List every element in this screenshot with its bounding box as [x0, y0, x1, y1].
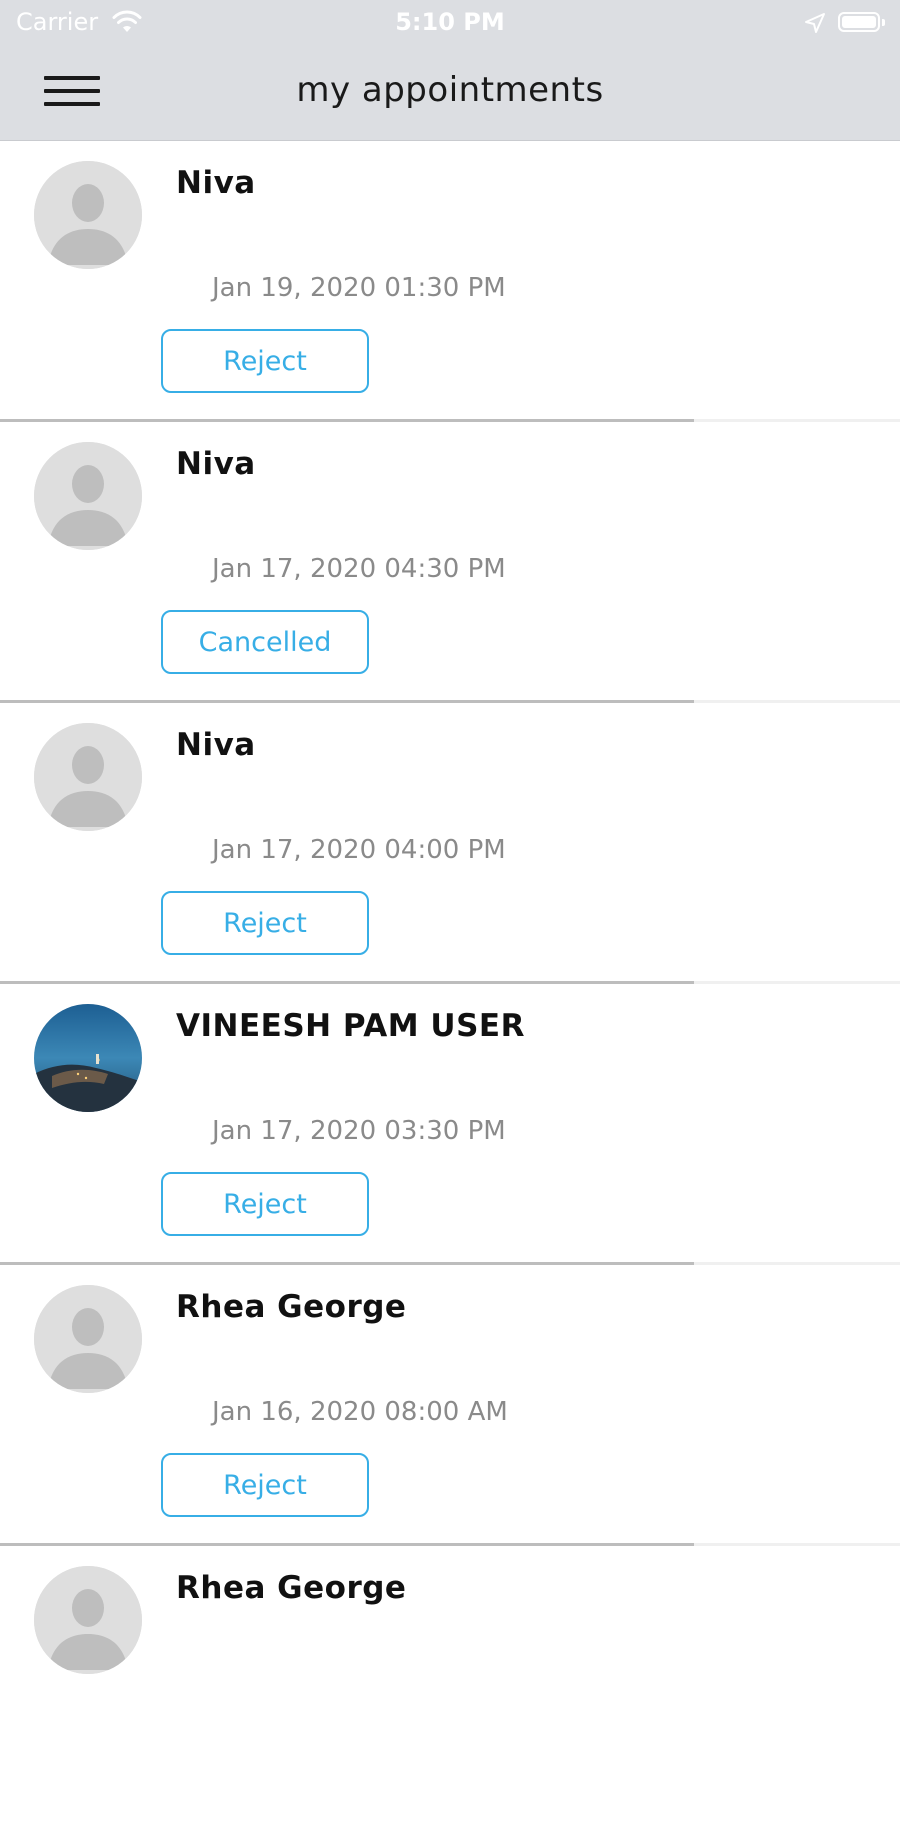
cancelled-status-button[interactable]: Cancelled — [161, 610, 369, 674]
avatar — [34, 1566, 142, 1674]
reject-button[interactable]: Reject — [161, 1172, 369, 1236]
appointment-datetime: Jan 16, 2020 08:00 AM — [212, 1397, 508, 1427]
avatar — [34, 723, 142, 831]
appointment-row[interactable]: Niva Jan 19, 2020 01:30 PM Reject — [0, 141, 900, 422]
appointments-list: Niva Jan 19, 2020 01:30 PM Reject Niva J… — [0, 141, 900, 1827]
appointment-row[interactable]: Niva Jan 17, 2020 04:30 PM Cancelled — [0, 422, 900, 703]
page-title: my appointments — [296, 70, 604, 110]
avatar — [34, 442, 142, 550]
patient-name: Niva — [176, 165, 256, 201]
user-placeholder-icon — [34, 1285, 142, 1393]
avatar — [34, 1285, 142, 1393]
appointment-datetime: Jan 19, 2020 01:30 PM — [212, 273, 506, 303]
appointment-row[interactable]: VINEESH PAM USER Jan 17, 2020 03:30 PM R… — [0, 984, 900, 1265]
reject-button[interactable]: Reject — [161, 329, 369, 393]
location-icon — [805, 13, 825, 33]
patient-name: Rhea George — [176, 1289, 407, 1325]
appointment-row[interactable]: Rhea George Jan 16, 2020 08:00 AM Reject — [0, 1265, 900, 1546]
appointment-datetime: Jan 17, 2020 04:00 PM — [212, 835, 506, 865]
user-placeholder-icon — [34, 161, 142, 269]
reject-button[interactable]: Reject — [161, 891, 369, 955]
avatar — [34, 1004, 142, 1112]
top-bar: Carrier 5:10 PM my appointments — [0, 0, 900, 141]
patient-name: VINEESH PAM USER — [176, 1008, 525, 1044]
status-bar: Carrier 5:10 PM — [0, 0, 900, 46]
user-photo-icon — [34, 1004, 142, 1112]
user-placeholder-icon — [34, 723, 142, 831]
patient-name: Rhea George — [176, 1570, 407, 1606]
appointment-row[interactable]: Niva Jan 17, 2020 04:00 PM Reject — [0, 703, 900, 984]
clock-time: 5:10 PM — [395, 8, 505, 36]
avatar — [34, 161, 142, 269]
appointment-row[interactable]: Rhea George — [0, 1546, 900, 1827]
navigation-bar: my appointments — [0, 46, 900, 140]
appointment-datetime: Jan 17, 2020 03:30 PM — [212, 1116, 506, 1146]
user-placeholder-icon — [34, 442, 142, 550]
user-placeholder-icon — [34, 1566, 142, 1674]
battery-icon — [838, 12, 885, 32]
reject-button[interactable]: Reject — [161, 1453, 369, 1517]
appointment-datetime: Jan 17, 2020 04:30 PM — [212, 554, 506, 584]
patient-name: Niva — [176, 446, 256, 482]
patient-name: Niva — [176, 727, 256, 763]
